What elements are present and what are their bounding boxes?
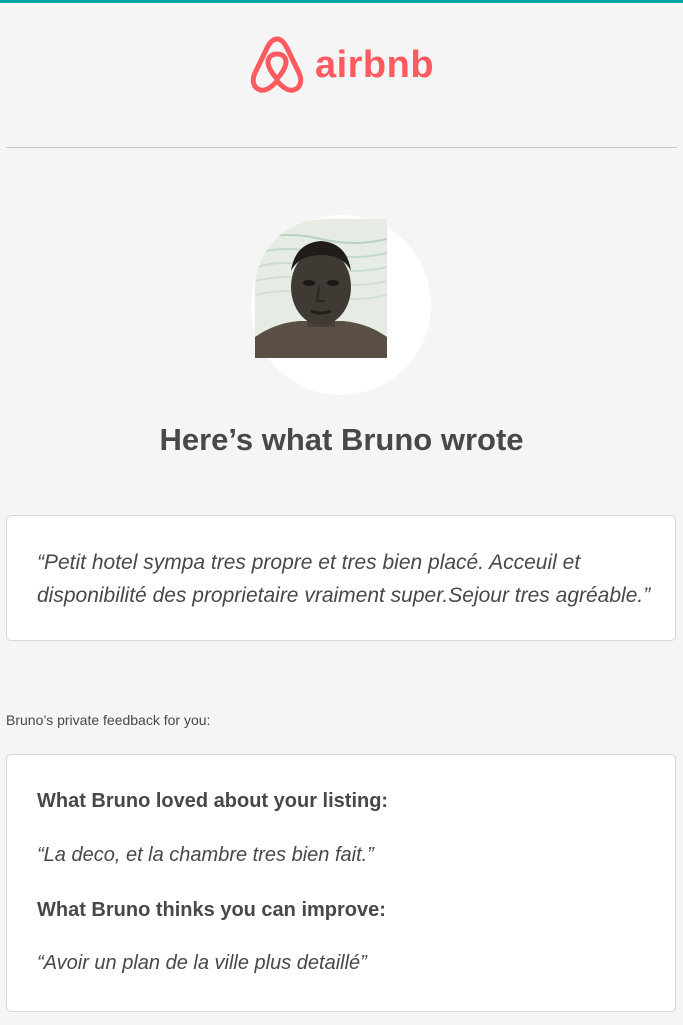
email-header: airbnb	[0, 3, 683, 147]
header-divider	[6, 147, 677, 148]
airbnb-wordmark: airbnb	[314, 43, 435, 86]
airbnb-logo[interactable]: airbnb	[249, 35, 434, 95]
public-review-card: “Petit hotel sympa tres propre et tres b…	[6, 515, 676, 641]
review-text: “Petit hotel sympa tres propre et tres b…	[37, 551, 651, 607]
private-feedback-card: What Bruno loved about your listing: “La…	[6, 754, 676, 1012]
page-title: Here’s what Bruno wrote	[159, 422, 524, 457]
private-feedback-label: Bruno’s private feedback for you:	[6, 712, 211, 728]
airbnb-belo-icon	[249, 35, 305, 95]
loved-heading: What Bruno loved about your listing:	[37, 790, 389, 812]
improve-text: “Avoir un plan de la ville plus detaillé…	[37, 952, 367, 974]
loved-text: “La deco, et la chambre tres bien fait.”	[37, 844, 374, 866]
improve-heading: What Bruno thinks you can improve:	[37, 899, 386, 921]
guest-photo	[255, 219, 387, 358]
